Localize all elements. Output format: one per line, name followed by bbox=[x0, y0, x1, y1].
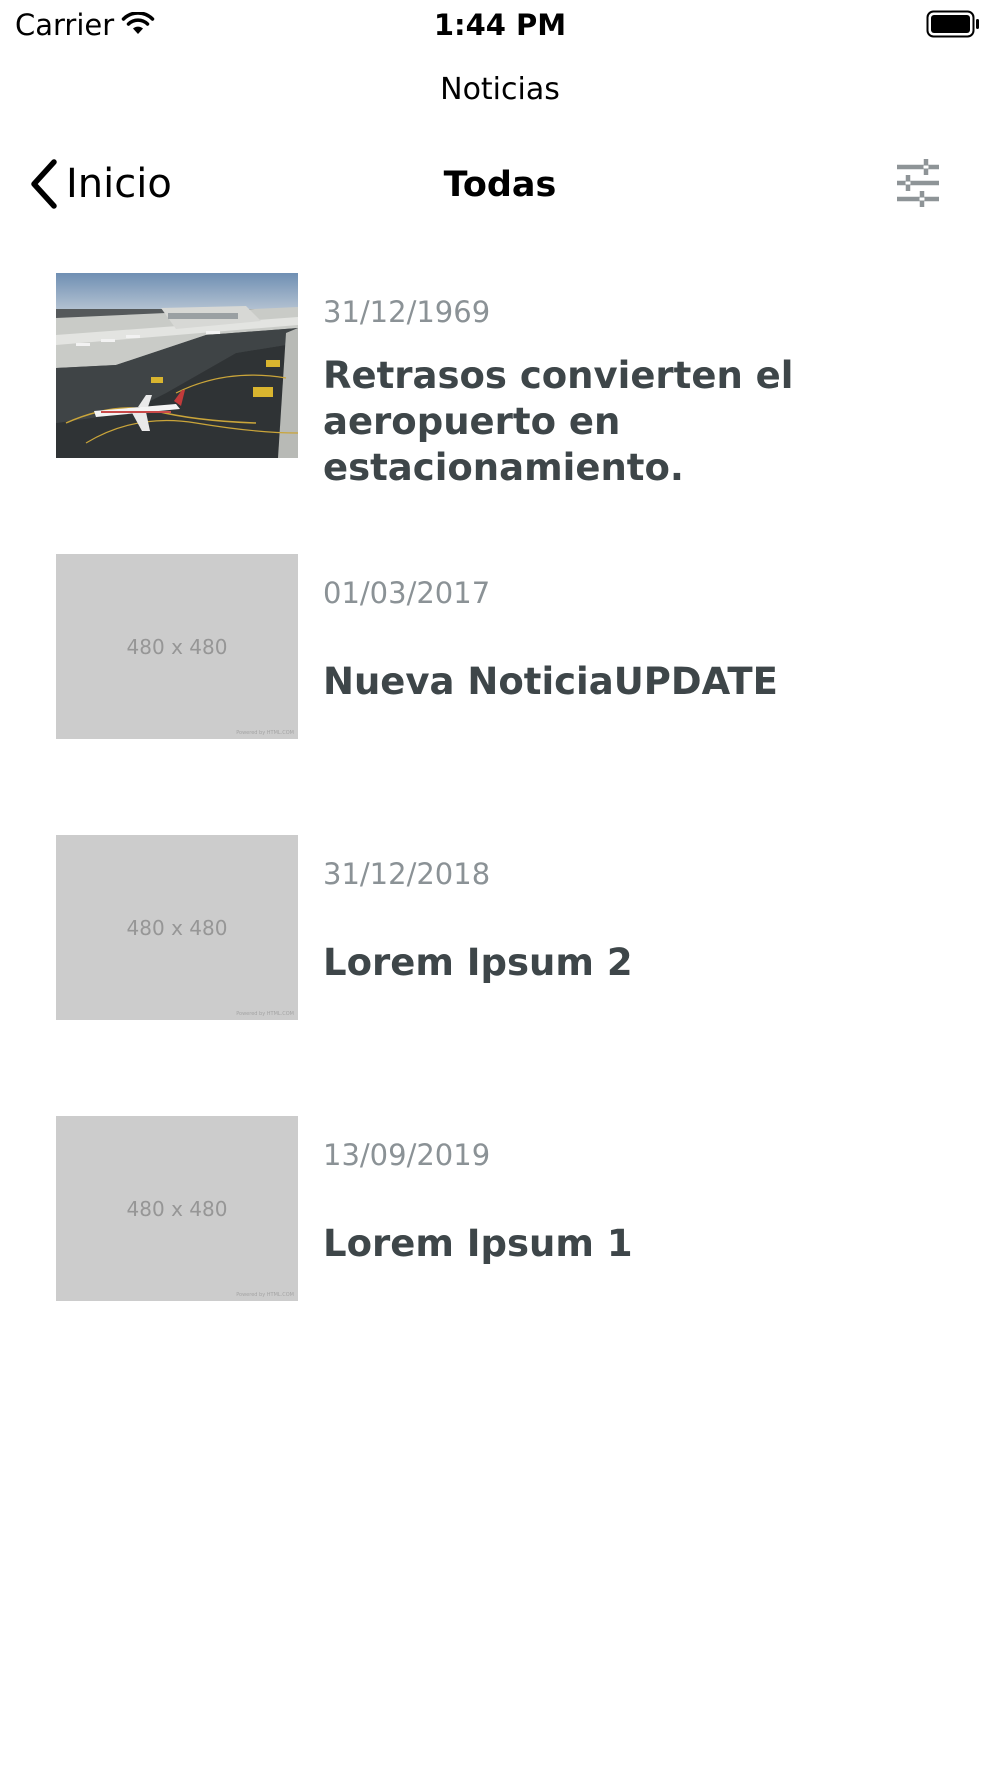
back-label: Inicio bbox=[66, 161, 172, 207]
placeholder-footer: Powered by HTML.COM bbox=[236, 730, 294, 736]
placeholder-size-label: 480 x 480 bbox=[126, 915, 228, 940]
news-date: 31/12/2018 bbox=[323, 857, 491, 891]
back-button[interactable]: Inicio bbox=[28, 156, 172, 212]
news-thumbnail-placeholder: 480 x 480 Powered by HTML.COM bbox=[56, 1116, 298, 1301]
chevron-left-icon bbox=[31, 159, 57, 209]
app-title: Noticias bbox=[440, 72, 560, 107]
news-date: 13/09/2019 bbox=[323, 1138, 491, 1172]
status-bar: Carrier 1:44 PM bbox=[0, 0, 1000, 52]
news-item[interactable]: 480 x 480 Powered by HTML.COM 31/12/2018… bbox=[0, 835, 1000, 1116]
news-date: 01/03/2017 bbox=[323, 576, 491, 610]
sliders-icon bbox=[897, 159, 939, 207]
placeholder-size-label: 480 x 480 bbox=[126, 634, 228, 659]
news-date: 31/12/1969 bbox=[323, 295, 491, 329]
placeholder-footer: Powered by HTML.COM bbox=[236, 1011, 294, 1017]
news-thumbnail-airport bbox=[56, 273, 298, 458]
news-item[interactable]: 31/12/1969 Retrasos convierten el aeropu… bbox=[0, 273, 1000, 554]
news-item[interactable]: 480 x 480 Powered by HTML.COM 01/03/2017… bbox=[0, 554, 1000, 835]
clock: 1:44 PM bbox=[433, 8, 567, 42]
news-thumbnail-placeholder: 480 x 480 Powered by HTML.COM bbox=[56, 835, 298, 1020]
navigation-bar: Inicio Todas bbox=[0, 150, 1000, 220]
news-title: Retrasos convierten el aeropuerto en est… bbox=[323, 354, 794, 489]
news-list: 31/12/1969 Retrasos convierten el aeropu… bbox=[0, 273, 1000, 1397]
placeholder-size-label: 480 x 480 bbox=[126, 1196, 228, 1221]
news-title: Lorem Ipsum 2 bbox=[323, 941, 633, 984]
news-thumbnail-placeholder: 480 x 480 Powered by HTML.COM bbox=[56, 554, 298, 739]
news-title: Nueva NoticiaUPDATE bbox=[323, 660, 778, 703]
filter-button[interactable] bbox=[893, 158, 943, 208]
airport-photo bbox=[56, 273, 298, 458]
placeholder-footer: Powered by HTML.COM bbox=[236, 1292, 294, 1298]
battery-icon bbox=[926, 10, 979, 38]
news-title: Lorem Ipsum 1 bbox=[323, 1222, 633, 1265]
news-item[interactable]: 480 x 480 Powered by HTML.COM 13/09/2019… bbox=[0, 1116, 1000, 1397]
